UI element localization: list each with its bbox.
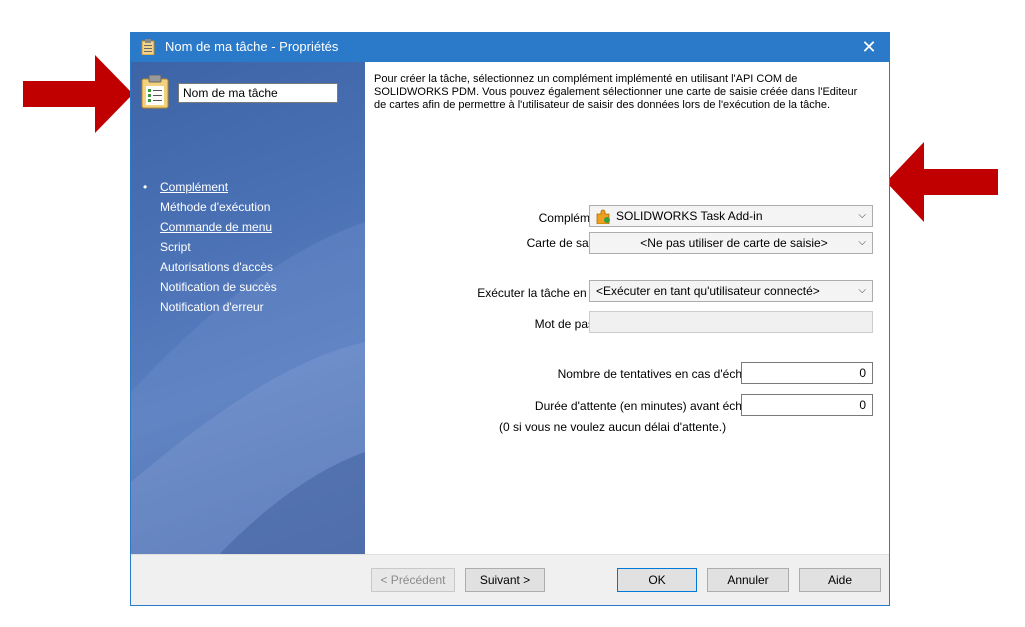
password-input xyxy=(589,311,873,333)
run-as-select[interactable]: <Exécuter en tant qu'utilisateur connect… xyxy=(589,280,873,302)
addin-puzzle-icon xyxy=(596,209,610,224)
sidebar-item-autorisations[interactable]: Autorisations d'accès xyxy=(160,257,277,277)
red-arrow-left-icon xyxy=(23,55,133,133)
run-as-select-value: <Exécuter en tant qu'utilisateur connect… xyxy=(596,284,820,298)
chevron-down-icon: ⌵ xyxy=(858,210,866,221)
addin-select-value: SOLIDWORKS Task Add-in xyxy=(616,209,763,223)
sidebar-item-methode-execution[interactable]: Méthode d'exécution xyxy=(160,197,277,217)
properties-dialog: Nom de ma tâche - Propriétés ✕ Nom de ma… xyxy=(130,32,890,606)
sidebar-item-script[interactable]: Script xyxy=(160,237,277,257)
retries-label: Nombre de tentatives en cas d'échec: xyxy=(557,367,758,381)
active-bullet: • xyxy=(143,180,148,194)
retries-input[interactable]: 0 xyxy=(741,362,873,384)
next-button[interactable]: Suivant > xyxy=(465,568,545,592)
card-select-value: <Ne pas utiliser de carte de saisie> xyxy=(640,236,828,250)
footer-bar: < Précédent Suivant > OK Annuler Aide xyxy=(131,554,889,605)
wait-label: Durée d'attente (en minutes) avant échec… xyxy=(534,399,758,413)
close-icon[interactable]: ✕ xyxy=(849,33,889,62)
title-bar: Nom de ma tâche - Propriétés ✕ xyxy=(131,33,889,62)
content-panel: Pour créer la tâche, sélectionnez un com… xyxy=(365,62,889,585)
task-clipboard-icon xyxy=(141,75,169,109)
card-select[interactable]: <Ne pas utiliser de carte de saisie> ⌵ xyxy=(589,232,873,254)
ok-button[interactable]: OK xyxy=(617,568,697,592)
wait-input[interactable]: 0 xyxy=(741,394,873,416)
sidebar-nav: Complément Méthode d'exécution Commande … xyxy=(160,177,277,317)
chevron-down-icon: ⌵ xyxy=(858,237,866,248)
red-arrow-right-icon xyxy=(886,142,998,222)
clipboard-icon xyxy=(141,39,155,55)
window-title: Nom de ma tâche - Propriétés xyxy=(165,39,339,54)
help-button[interactable]: Aide xyxy=(799,568,881,592)
wait-note: (0 si vous ne voulez aucun délai d'atten… xyxy=(499,420,727,434)
task-name-input[interactable]: Nom de ma tâche xyxy=(178,83,338,103)
chevron-down-icon: ⌵ xyxy=(858,285,866,296)
sidebar-background xyxy=(131,222,365,585)
sidebar-item-notification-erreur[interactable]: Notification d'erreur xyxy=(160,297,277,317)
sidebar-item-commande-menu[interactable]: Commande de menu xyxy=(160,217,277,237)
sidebar-item-complement[interactable]: Complément xyxy=(160,177,277,197)
addin-select[interactable]: SOLIDWORKS Task Add-in ⌵ xyxy=(589,205,873,227)
description-text: Pour créer la tâche, sélectionnez un com… xyxy=(374,73,858,111)
sidebar: Nom de ma tâche • Complément Méthode d'e… xyxy=(131,62,365,585)
cancel-button[interactable]: Annuler xyxy=(707,568,789,592)
sidebar-item-notification-succes[interactable]: Notification de succès xyxy=(160,277,277,297)
previous-button[interactable]: < Précédent xyxy=(371,568,455,592)
